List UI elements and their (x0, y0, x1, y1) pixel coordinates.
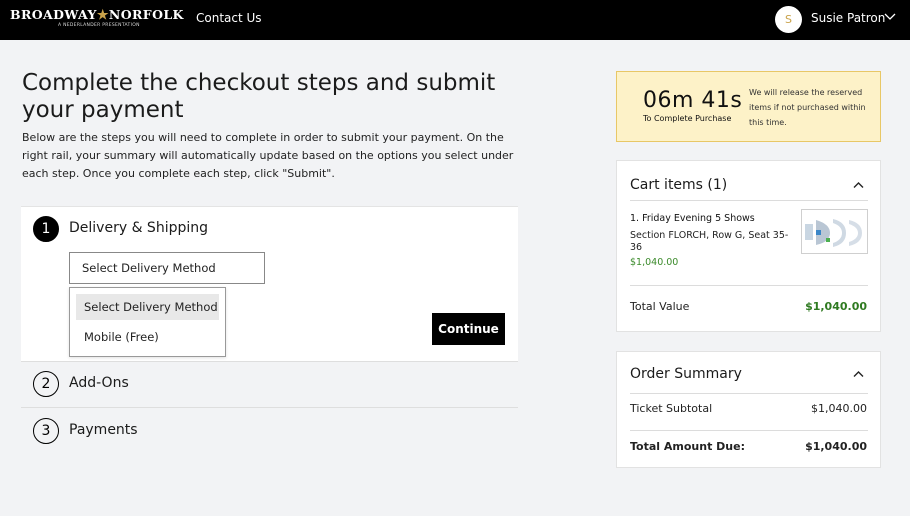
total-value-amount: $1,040.00 (805, 300, 867, 313)
continue-button[interactable]: Continue (432, 313, 505, 345)
avatar[interactable]: S (775, 6, 802, 33)
cart-item-name: 1. Friday Evening 5 Shows (630, 213, 755, 224)
total-value-label: Total Value (630, 300, 690, 313)
purchase-timer: 06m 41s To Complete Purchase We will rel… (616, 71, 881, 142)
step-divider (21, 361, 518, 362)
summary-divider (630, 393, 868, 394)
timer-note: We will release the reserved items if no… (749, 88, 866, 127)
seat-map-thumbnail (801, 209, 868, 254)
cart-divider (630, 285, 868, 286)
contact-us-link[interactable]: Contact Us (196, 11, 262, 25)
cart-item-seat-detail: Section FLORCH, Row G, Seat 35-36 (630, 230, 789, 253)
broadway-norfolk-logo[interactable]: BROADWAY★NORFOLK A NEDERLANDER PRESENTAT… (10, 7, 183, 33)
timer-countdown: 06m 41s (643, 88, 743, 113)
order-summary-title[interactable]: Order Summary (630, 366, 742, 382)
logo-subtext: A NEDERLANDER PRESENTATION (58, 23, 140, 28)
step-1-number: 1 (33, 216, 59, 242)
seat-map-icon (805, 219, 862, 247)
timer-caption: To Complete Purchase (643, 114, 732, 123)
step-2-number: 2 (33, 371, 59, 397)
chevron-up-icon[interactable] (853, 181, 864, 189)
total-due-label: Total Amount Due: (630, 440, 745, 453)
chevron-down-icon[interactable] (884, 13, 896, 21)
logo-text-right: NORFOLK (108, 7, 184, 22)
step-3-label[interactable]: Payments (69, 422, 138, 438)
delivery-method-dropdown: Select Delivery Method Mobile (Free) (69, 287, 226, 357)
step-2-label[interactable]: Add-Ons (69, 375, 129, 391)
delivery-method-select[interactable]: Select Delivery Method (69, 252, 265, 284)
star-icon: ★ (96, 8, 109, 23)
cart-item-price: $1,040.00 (630, 257, 679, 268)
summary-divider (630, 430, 868, 431)
cart-title[interactable]: Cart items (1) (630, 177, 727, 193)
total-due-amount: $1,040.00 (805, 440, 867, 453)
ticket-subtotal-amount: $1,040.00 (811, 402, 867, 415)
logo-wordmark: BROADWAY★NORFOLK (10, 7, 183, 24)
user-name[interactable]: Susie Patron (811, 11, 885, 25)
page-title: Complete the checkout steps and submit y… (22, 70, 496, 123)
chevron-up-icon[interactable] (853, 370, 864, 378)
logo-text-left: BROADWAY (10, 7, 97, 22)
cart-divider (630, 200, 868, 201)
top-navigation-bar: BROADWAY★NORFOLK A NEDERLANDER PRESENTAT… (0, 0, 910, 40)
order-summary-panel: Order Summary Ticket Subtotal $1,040.00 … (616, 351, 881, 468)
page-description: Below are the steps you will need to com… (22, 131, 514, 180)
step-divider (21, 407, 518, 408)
ticket-subtotal-label: Ticket Subtotal (630, 402, 713, 415)
cart-items-panel: Cart items (1) 1. Friday Evening 5 Shows… (616, 160, 881, 332)
dropdown-option-mobile[interactable]: Mobile (Free) (76, 324, 219, 350)
step-3-number: 3 (33, 418, 59, 444)
step-1-label[interactable]: Delivery & Shipping (69, 220, 208, 236)
dropdown-option-select-delivery[interactable]: Select Delivery Method (76, 294, 219, 320)
